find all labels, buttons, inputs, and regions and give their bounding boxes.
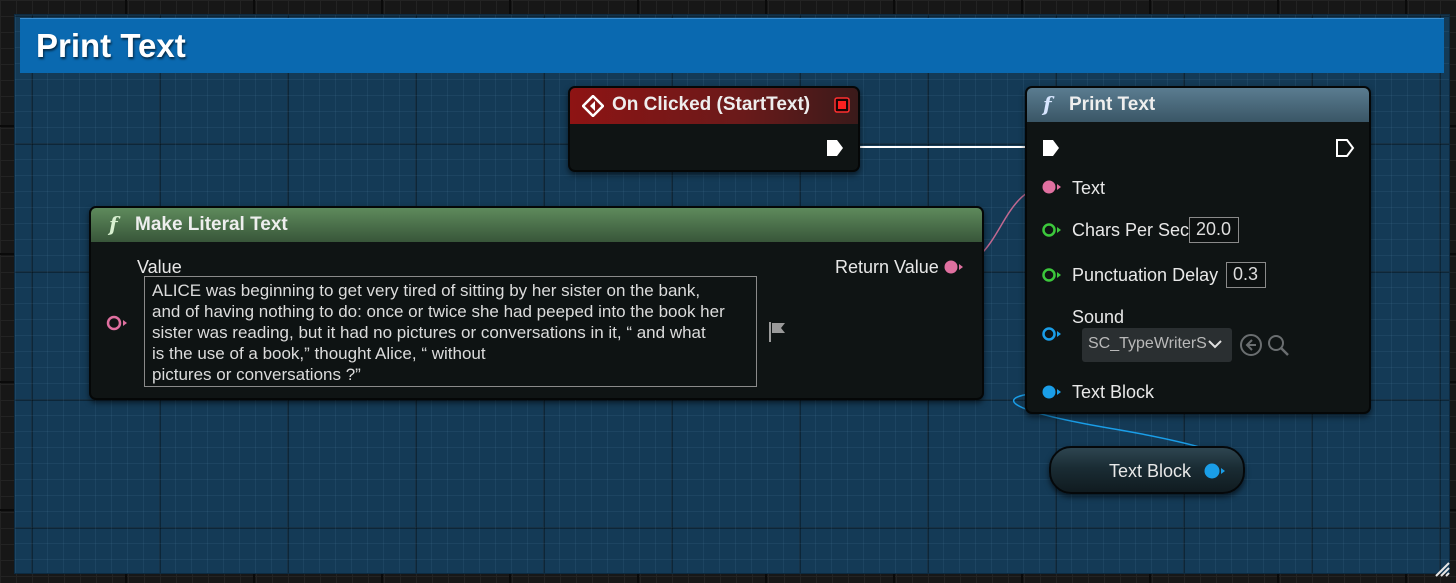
event-node-on-clicked[interactable]: On Clicked (StartText) — [568, 86, 860, 172]
chars-per-sec-pin-icon[interactable] — [1041, 222, 1063, 238]
pin-label-text-block: Text Block — [1072, 382, 1155, 402]
print-text-header: f Print Text — [1027, 88, 1369, 122]
text-pin-icon[interactable] — [1041, 179, 1063, 195]
print-text-title: Print Text — [1069, 94, 1156, 115]
exec-in-pin-icon[interactable] — [1041, 138, 1061, 158]
literal-value-textbox[interactable]: ALICE was beginning to get very tired of… — [144, 276, 757, 387]
make-literal-text-title: Make Literal Text — [135, 214, 288, 235]
variable-label: Text Block — [1109, 461, 1192, 481]
value-input-pin-icon[interactable] — [105, 314, 131, 332]
event-diamond-icon — [582, 95, 604, 117]
sound-asset-value: SC_TypeWriterS — [1088, 335, 1207, 352]
pin-label-sound: Sound — [1072, 307, 1125, 327]
pin-label-chars-per-sec: Chars Per Sec — [1072, 220, 1190, 240]
return-value-pin-icon[interactable] — [943, 259, 965, 275]
event-node-title: On Clicked (StartText) — [612, 94, 811, 115]
print-text-node[interactable]: f Print Text Text Chars Per Sec 20.0 Pun… — [1025, 86, 1371, 414]
pin-label-text: Text — [1072, 178, 1106, 198]
exec-out-pin-icon[interactable] — [1335, 138, 1355, 158]
punctuation-delay-pin-icon[interactable] — [1041, 267, 1063, 283]
chevron-down-icon — [1208, 340, 1222, 349]
exec-out-pin-icon[interactable] — [825, 138, 845, 158]
text-block-pin-icon[interactable] — [1041, 384, 1063, 400]
chars-per-sec-input[interactable]: 20.0 — [1189, 217, 1239, 243]
punctuation-delay-input[interactable]: 0.3 — [1226, 262, 1266, 288]
make-literal-text-header: f Make Literal Text — [91, 208, 982, 242]
function-icon: f — [109, 212, 118, 236]
sound-pin-icon[interactable] — [1041, 326, 1063, 342]
localization-flag-icon[interactable] — [767, 320, 791, 344]
pin-label-value: Value — [137, 257, 182, 277]
event-delegate-icon[interactable] — [834, 97, 850, 113]
use-selected-asset-icon[interactable] — [1239, 333, 1263, 357]
event-node-header: On Clicked (StartText) — [570, 88, 858, 124]
pin-label-punctuation-delay: Punctuation Delay — [1072, 265, 1219, 285]
pin-label-return-value: Return Value — [835, 257, 939, 277]
variable-output-pin-icon[interactable] — [1203, 462, 1227, 480]
browse-asset-search-icon[interactable] — [1266, 333, 1290, 357]
function-icon: f — [1043, 92, 1052, 116]
text-block-variable-node[interactable]: Text Block — [1049, 446, 1245, 494]
